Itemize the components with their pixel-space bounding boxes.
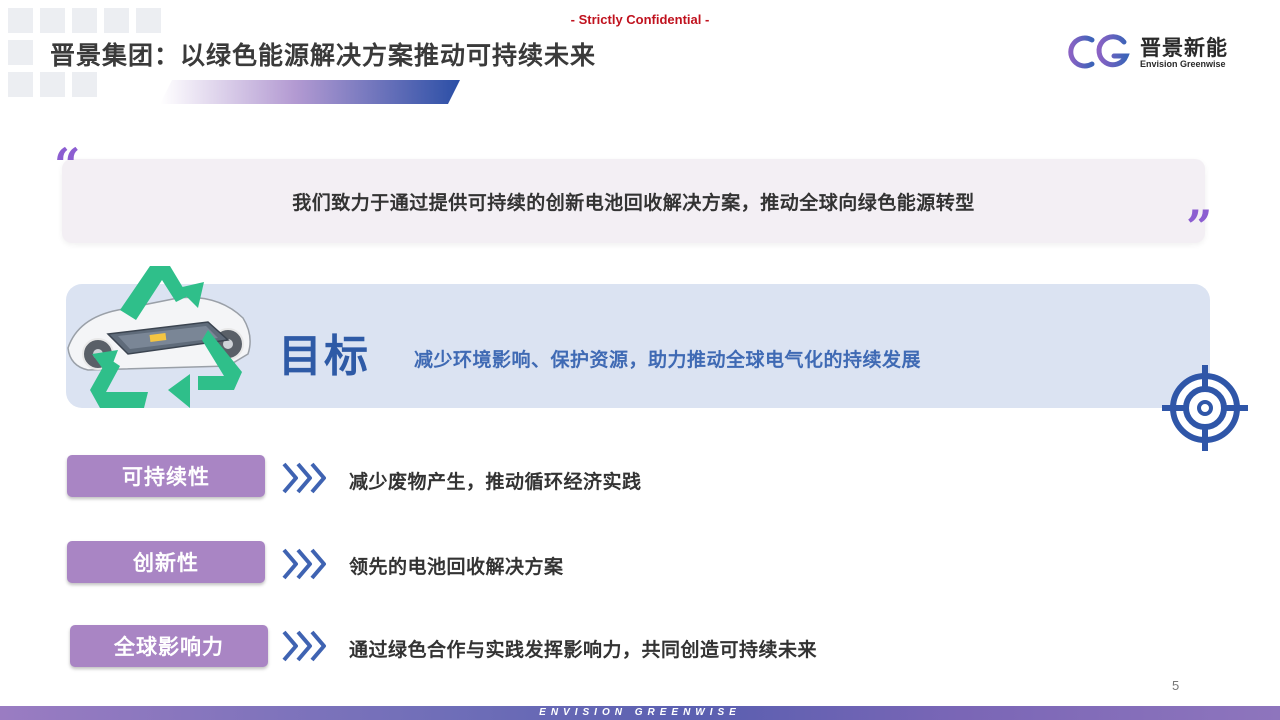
footer-brand: ENVISION GREENWISE (539, 707, 741, 718)
logo-chinese-name: 晋景新能 (1140, 36, 1228, 60)
title-accent-bar (160, 80, 460, 104)
page-title: 晋景集团：以绿色能源解决方案推动可持续未来 (50, 41, 597, 70)
pillar-text-global-impact: 通过绿色合作与实践发挥影响力，共同创造可持续未来 (349, 639, 818, 661)
page-number: 5 (1172, 678, 1180, 693)
confidential-label: - Strictly Confidential - (570, 12, 710, 27)
quote-open-icon: “ (54, 138, 81, 192)
chevron-right-icon (282, 462, 326, 494)
chevron-right-icon (282, 548, 326, 580)
pillar-tag-innovation: 创新性 (67, 541, 265, 583)
pillar-tag-global-impact: 全球影响力 (70, 625, 268, 667)
pillar-text-sustainability: 减少废物产生，推动循环经济实践 (349, 471, 642, 493)
chevron-right-icon (282, 630, 326, 662)
mission-statement: 我们致力于通过提供可持续的创新电池回收解决方案，推动全球向绿色能源转型 (292, 192, 975, 214)
logo-english-name: Envision Greenwise (1140, 59, 1226, 69)
goal-title: 目标 (278, 331, 370, 382)
quote-close-icon: ” (1186, 200, 1213, 254)
goal-description: 减少环境影响、保护资源，助力推动全球电气化的持续发展 (414, 349, 922, 371)
recycle-battery-icon (67, 266, 251, 408)
logo-eg-icon (1068, 34, 1130, 69)
target-icon (1162, 365, 1248, 451)
company-logo: 晋景新能 Envision Greenwise (1062, 30, 1242, 74)
pillar-text-innovation: 领先的电池回收解决方案 (349, 556, 564, 578)
pillar-tag-sustainability: 可持续性 (67, 455, 265, 497)
